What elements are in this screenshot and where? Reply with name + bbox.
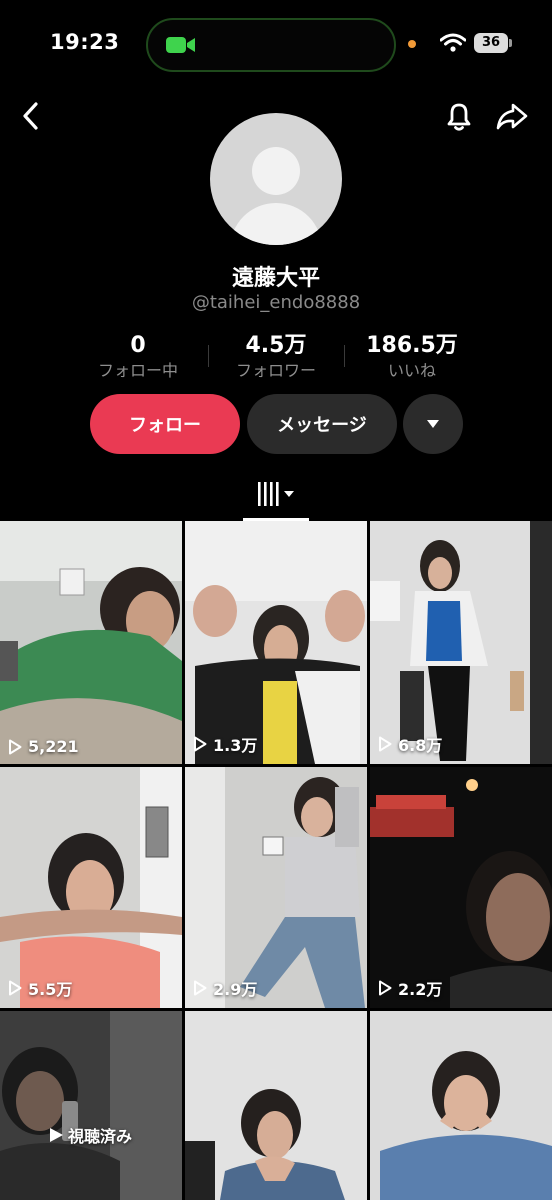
view-count: 6.8万 (378, 732, 442, 756)
display-name: 遠藤大平 (231, 266, 320, 291)
battery-indicator: 36 (474, 33, 508, 53)
video-thumbnail-image (0, 767, 182, 1008)
follow-button[interactable]: フォロー (90, 394, 240, 454)
bell-icon[interactable] (441, 98, 477, 134)
profile-avatar[interactable] (210, 113, 342, 245)
video-thumbnail[interactable]: 視聴済み (0, 1011, 182, 1200)
battery-tip (509, 39, 512, 47)
tab-videos[interactable] (243, 478, 309, 522)
video-thumbnail[interactable]: 2.9万 (185, 767, 367, 1008)
wifi-icon (440, 33, 466, 52)
more-options-button[interactable] (403, 394, 463, 454)
video-thumbnail[interactable]: 2.2万 (370, 767, 552, 1008)
view-count: 1.3万 (193, 732, 257, 756)
view-count: 5,221 (8, 737, 79, 756)
video-thumbnail-image (185, 1011, 367, 1200)
status-time: 19:23 (50, 30, 120, 54)
video-thumbnail[interactable] (185, 1011, 367, 1200)
stat-likes[interactable]: 186.5万 いいね (360, 332, 464, 382)
video-thumbnail-image (370, 521, 552, 764)
username: @taihei_endo8888 (191, 292, 361, 313)
status-bar: 19:23 36 (0, 0, 552, 90)
play-icon (9, 980, 22, 996)
play-icon (379, 736, 392, 752)
video-thumbnail-image (0, 1011, 182, 1200)
dropdown-triangle-icon (427, 420, 439, 428)
stat-likes-count: 186.5万 (366, 333, 458, 358)
video-thumbnail[interactable]: 1.3万 (185, 521, 367, 764)
play-icon (194, 980, 207, 996)
stat-likes-label: いいね (387, 361, 436, 380)
video-thumbnail-image (370, 767, 552, 1008)
view-count: 5.5万 (8, 976, 72, 1000)
view-count: 2.2万 (378, 976, 442, 1000)
stat-followers[interactable]: 4.5万 フォロワー (224, 332, 328, 382)
video-thumbnail[interactable] (370, 1011, 552, 1200)
stat-following-label: フォロー中 (97, 361, 178, 380)
back-arrow-icon[interactable] (14, 98, 50, 134)
play-filled-icon (50, 1128, 63, 1142)
view-count-text: 5,221 (28, 737, 79, 756)
video-thumbnail-image (0, 521, 182, 764)
play-icon (194, 736, 207, 752)
avatar-placeholder-body (230, 203, 322, 245)
video-thumbnail[interactable]: 5.5万 (0, 767, 182, 1008)
facetime-camera-icon (166, 37, 195, 53)
stat-following[interactable]: 0 フォロー中 (88, 332, 188, 382)
play-icon (9, 739, 22, 754)
video-thumbnail-image (185, 767, 367, 1008)
stat-followers-label: フォロワー (235, 361, 316, 380)
video-grid-icon (258, 482, 294, 506)
privacy-indicator-dot (408, 40, 416, 48)
view-count-text: 2.2万 (398, 980, 443, 999)
video-thumbnail-image (370, 1011, 552, 1200)
video-thumbnail[interactable]: 6.8万 (370, 521, 552, 764)
stat-following-count: 0 (130, 333, 146, 358)
view-count: 2.9万 (193, 976, 257, 1000)
share-arrow-icon[interactable] (494, 98, 530, 134)
stat-divider (344, 345, 345, 367)
message-button[interactable]: メッセージ (247, 394, 397, 454)
video-thumbnail-image (185, 521, 367, 764)
view-count-text: 2.9万 (213, 980, 258, 999)
view-count-text: 1.3万 (213, 736, 258, 755)
dynamic-island (146, 18, 396, 72)
view-count-text: 5.5万 (28, 980, 73, 999)
view-count-text: 6.8万 (398, 736, 443, 755)
video-grid: 5,221 1.3万 6.8万 5.5万 2.9万 2.2万 視聴済み (0, 521, 552, 1200)
watched-indicator: 視聴済み (48, 1123, 132, 1147)
video-thumbnail[interactable]: 5,221 (0, 521, 182, 764)
avatar-placeholder-head (252, 147, 300, 195)
watched-label: 視聴済み (68, 1127, 133, 1146)
stat-divider (208, 345, 209, 367)
stat-followers-count: 4.5万 (245, 333, 307, 358)
play-icon (379, 980, 392, 996)
